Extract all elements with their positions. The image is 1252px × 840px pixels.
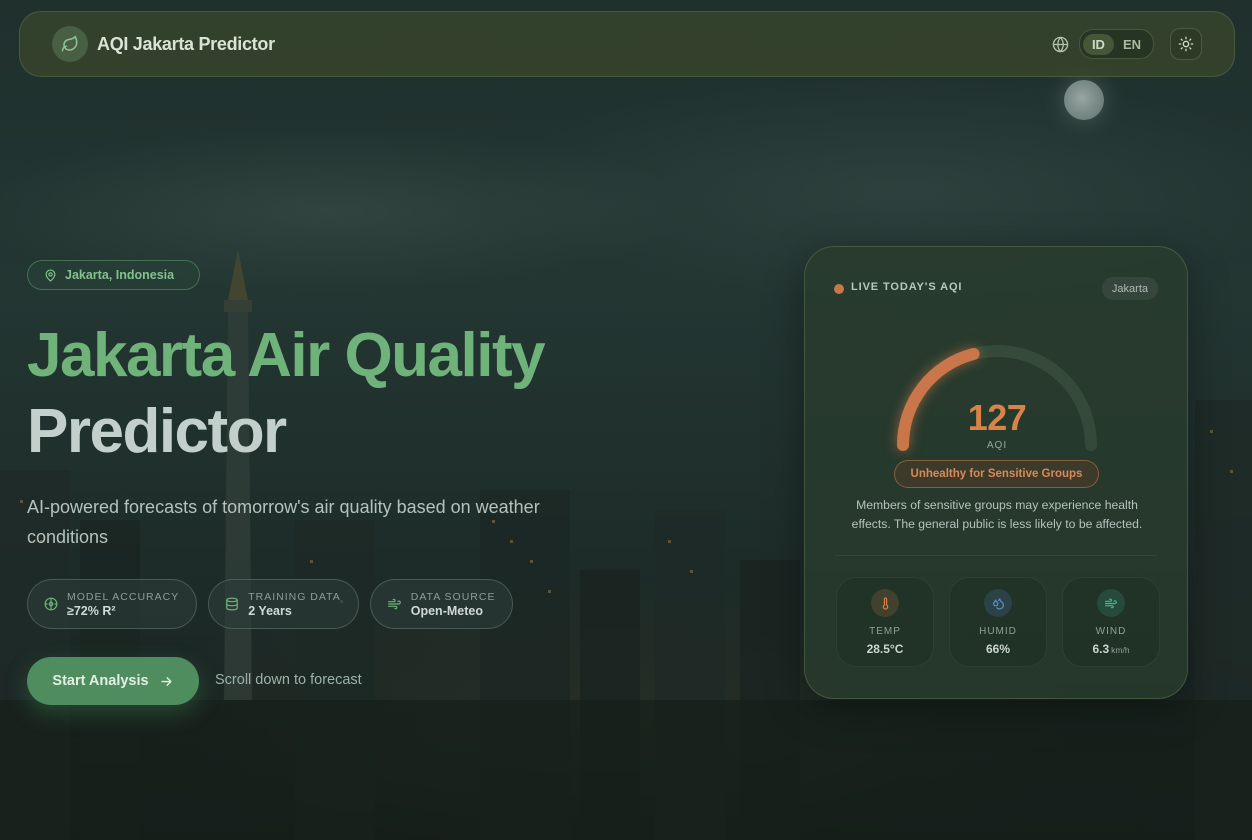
sun-icon [1178, 36, 1194, 52]
wind-value: 6.3 [1092, 642, 1110, 656]
theme-toggle-button[interactable] [1170, 28, 1202, 60]
live-indicator-dot [834, 284, 844, 294]
hero-subtitle: AI-powered forecasts of tomorrow's air q… [27, 497, 540, 547]
stat-label: MODEL ACCURACY [67, 590, 180, 603]
target-icon [44, 597, 58, 611]
stat-value: 2 Years [248, 603, 292, 618]
stat-training-data: TRAINING DATA 2 Years [208, 579, 359, 629]
temp-value: 28.5°C [866, 642, 904, 656]
weather-value: 66% [986, 642, 1010, 656]
stats-row: MODEL ACCURACY ≥72% R² TRAINING DATA 2 Y… [27, 579, 514, 629]
title-line-2: Predictor [27, 397, 287, 466]
lang-id-button[interactable]: ID [1082, 33, 1114, 55]
weather-humid-card: HUMID 66% [949, 577, 1047, 667]
live-aqi-card: LIVE TODAY'S AQI Jakarta 127 AQI Unhealt… [804, 246, 1188, 699]
weather-value: 6.3 km/h [1092, 642, 1129, 656]
weather-wind-card: WIND 6.3 km/h [1062, 577, 1160, 667]
thermometer-icon [871, 589, 899, 617]
stat-value: Open-Meteo [410, 603, 483, 618]
location-label: Jakarta, Indonesia [65, 268, 175, 282]
wind-icon [1097, 589, 1125, 617]
database-icon [226, 597, 239, 611]
aqi-description: Members of sensitive groups may experien… [851, 498, 1143, 531]
page-title: Jakarta Air Quality Predictor [27, 318, 546, 470]
lang-en-button[interactable]: EN [1114, 34, 1150, 55]
start-analysis-label: Start Analysis [52, 673, 149, 689]
stat-label: DATA SOURCE [410, 590, 496, 603]
title-line-1: Jakarta Air Quality [27, 321, 546, 390]
humid-value: 66% [985, 642, 1011, 656]
aqi-value: 127 [967, 397, 1027, 438]
map-pin-icon [45, 268, 56, 282]
language-toggle: ID EN [1078, 29, 1154, 59]
aqi-unit-label: AQI [986, 440, 1008, 451]
wind-unit: km/h [1111, 645, 1130, 655]
top-navbar: AQI Jakarta Predictor ID EN [19, 11, 1235, 77]
app-title: AQI Jakarta Predictor [97, 33, 275, 54]
wind-icon [387, 598, 401, 610]
location-badge: Jakarta, Indonesia [27, 260, 200, 290]
arrow-right-icon [161, 676, 172, 686]
stat-label: TRAINING DATA [248, 590, 341, 603]
stat-model-accuracy: MODEL ACCURACY ≥72% R² [27, 579, 198, 629]
weather-label: WIND [1095, 626, 1127, 637]
weather-label: HUMID [979, 626, 1017, 637]
droplets-icon [984, 589, 1012, 617]
live-aqi-label: LIVE TODAY'S AQI [851, 281, 963, 293]
divider [835, 555, 1157, 556]
globe-icon [1051, 34, 1071, 54]
weather-stats: TEMP 28.5°C HUMID 66% WIND 6.3 km/h [836, 577, 1160, 667]
leaf-logo-icon [52, 26, 88, 62]
city-badge: Jakarta [1101, 277, 1158, 300]
weather-value: 28.5°C [867, 642, 904, 656]
weather-label: TEMP [869, 626, 901, 637]
stat-data-source: DATA SOURCE Open-Meteo [369, 579, 514, 629]
start-analysis-button[interactable]: Start Analysis [27, 657, 199, 705]
scroll-down-link[interactable]: Scroll down to forecast [215, 672, 362, 688]
aqi-category-badge: Unhealthy for Sensitive Groups [894, 460, 1099, 488]
weather-temp-card: TEMP 28.5°C [836, 577, 934, 667]
stat-value: ≥72% R² [67, 603, 116, 618]
